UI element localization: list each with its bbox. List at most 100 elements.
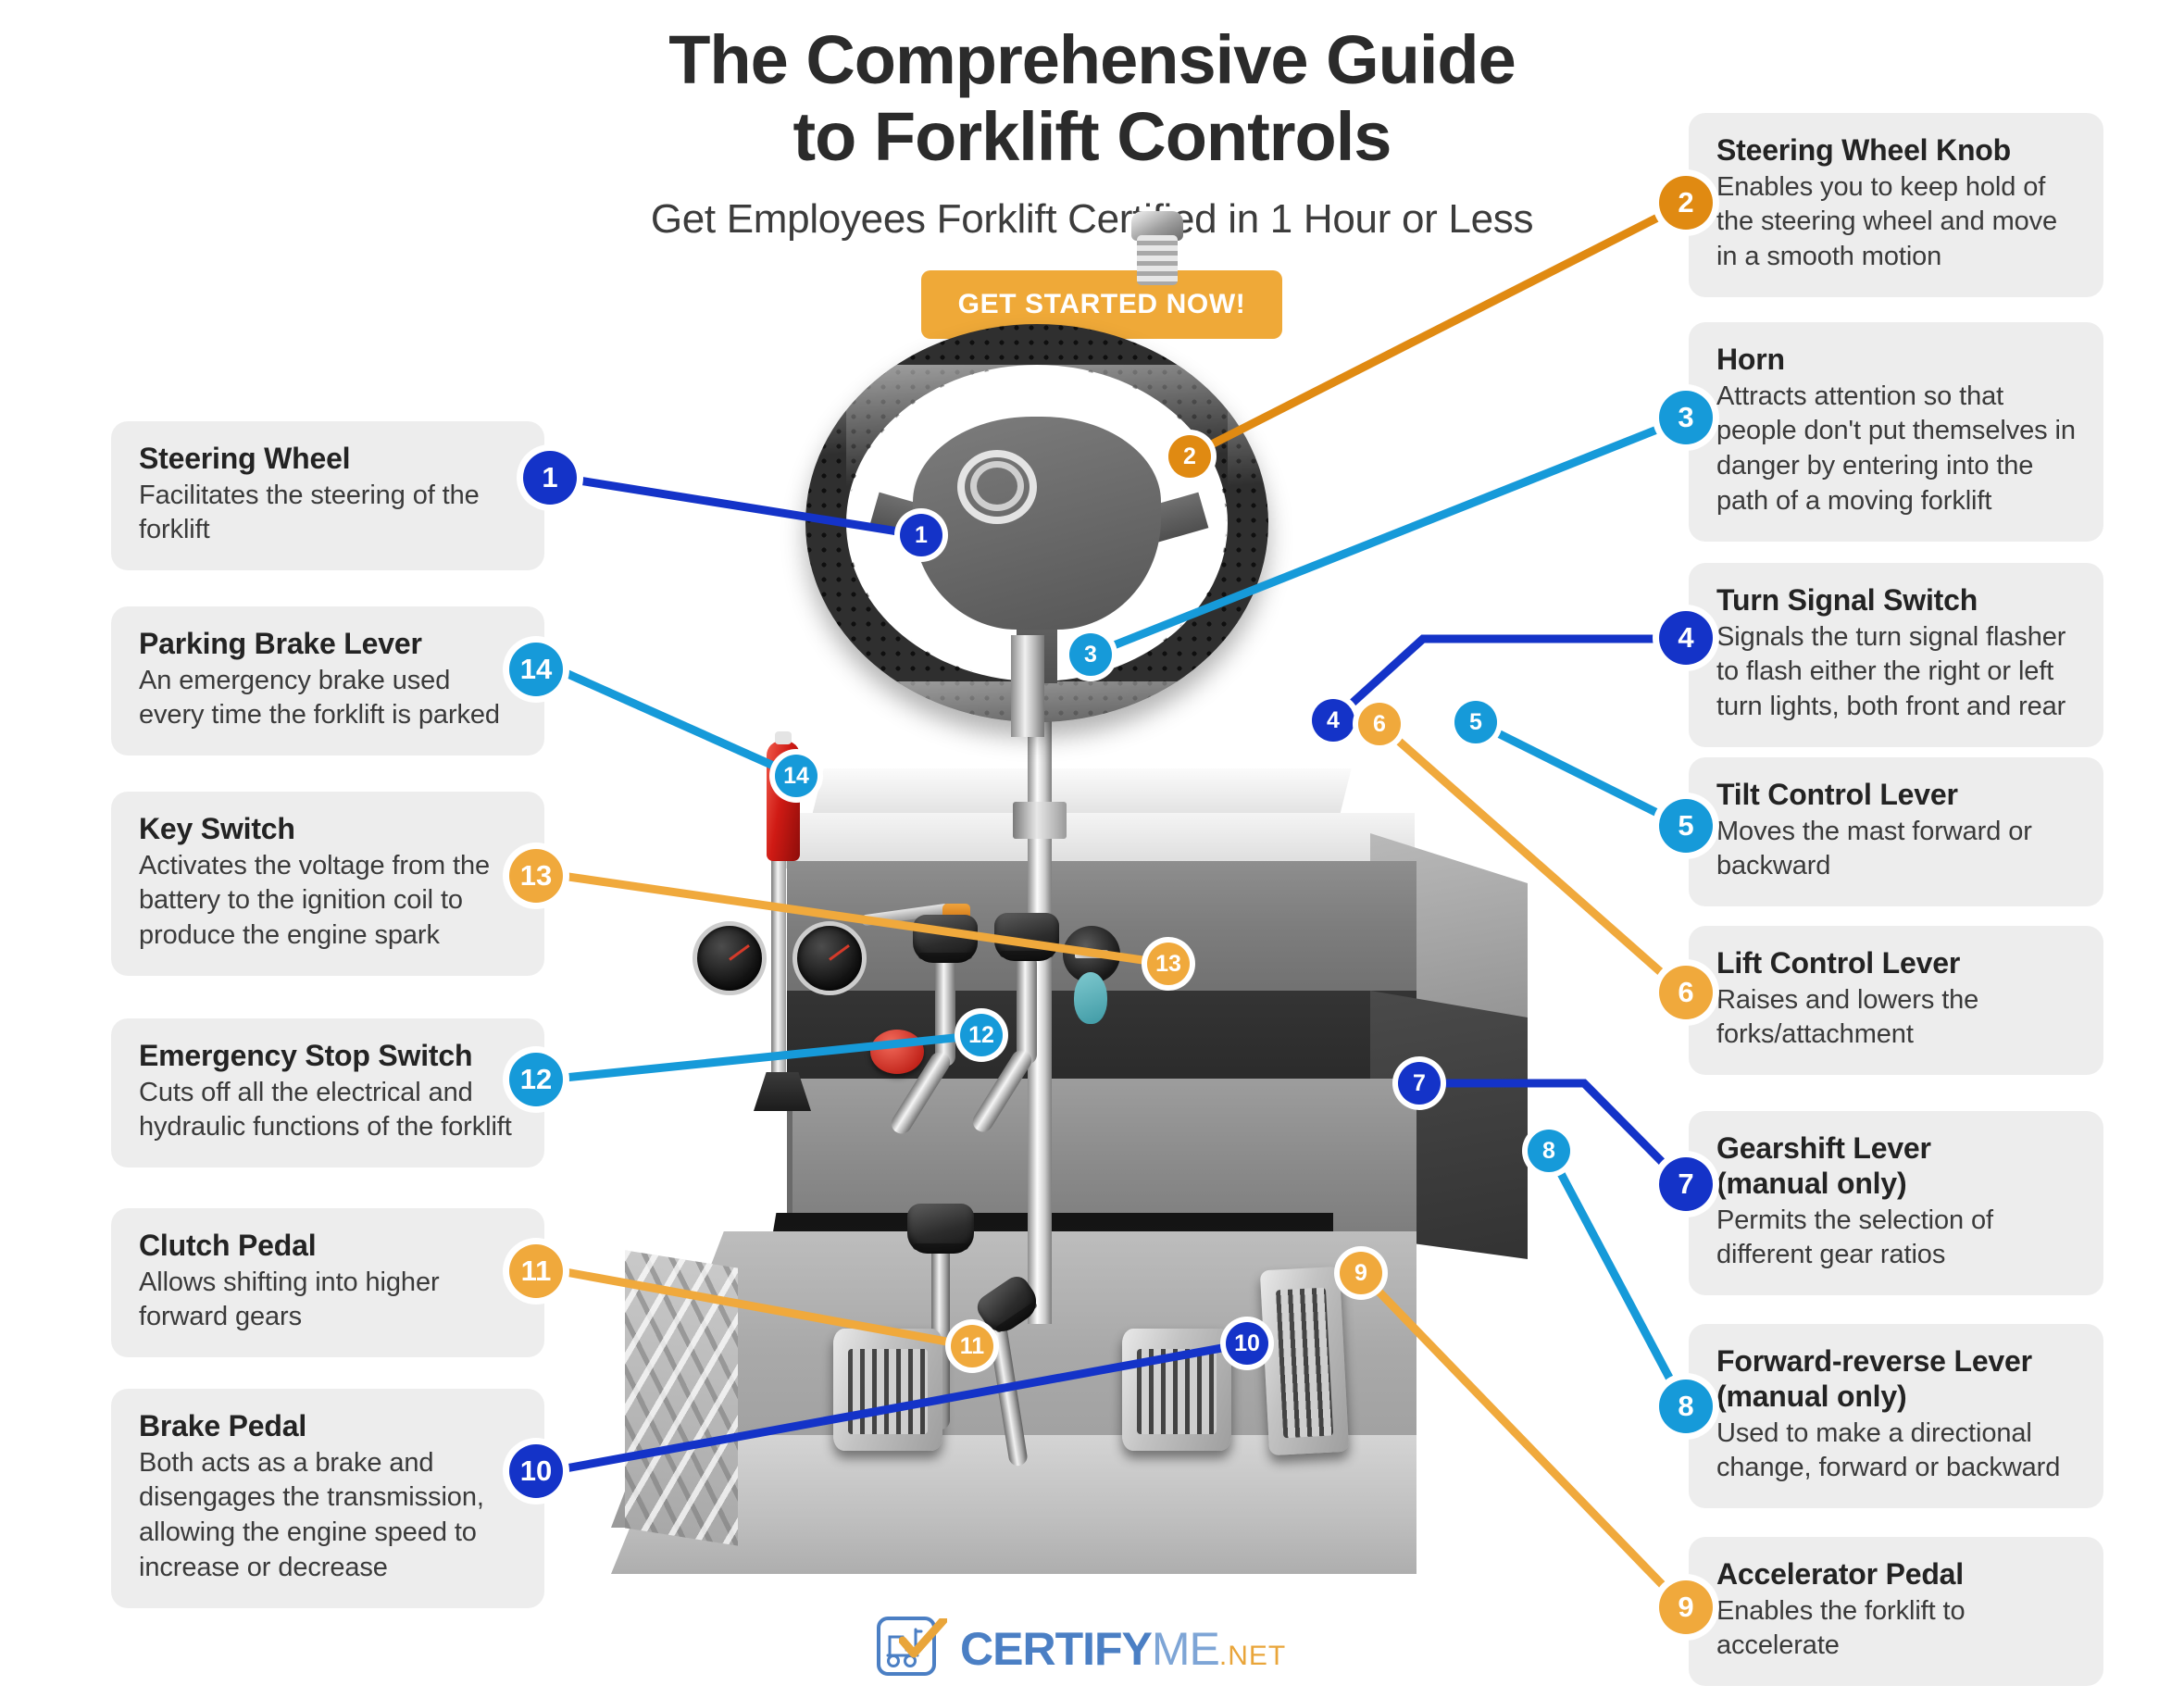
card-description: Allows shifting into higher forward gear… [139,1267,440,1332]
card-emergency-stop-switch: Emergency Stop Switch Cuts off all the e… [111,1018,544,1168]
badge-card-13[interactable]: 13 [509,849,563,903]
card-brake-pedal: Brake Pedal Both acts as a brake and dis… [111,1389,544,1608]
card-parking-brake-lever: Parking Brake Lever An emergency brake u… [111,606,544,756]
marker-14[interactable]: 14 [775,755,817,797]
card-description: Used to make a directional change, forwa… [1716,1417,2061,1483]
card-title: Horn [1716,343,1785,376]
card-key-switch: Key Switch Activates the voltage from th… [111,792,544,976]
diamond-tread-step [625,1250,738,1546]
steering-wheel-stem [1011,635,1044,737]
card-tilt-control-lever: Tilt Control Lever Moves the mast forwar… [1689,757,2103,907]
brake-pedal[interactable] [1122,1329,1231,1451]
card-accelerator-pedal: Accelerator Pedal Enables the forklift t… [1689,1537,2103,1687]
card-title: Gearshift Lever [1716,1131,1931,1165]
card-description: Raises and lowers the forks/attachment [1716,984,1979,1050]
badge-card-8[interactable]: 8 [1659,1380,1713,1433]
card-lift-control-lever: Lift Control Lever Raises and lowers the… [1689,926,2103,1076]
marker-6[interactable]: 6 [1358,703,1401,745]
badge-card-1[interactable]: 1 [523,451,577,505]
card-title: Steering Wheel [139,442,351,475]
steering-wheel-assembly[interactable] [805,211,1268,737]
card-title: Key Switch [139,812,295,845]
card-title: Lift Control Lever [1716,946,1961,980]
gearshift-knob [907,1204,974,1254]
marker-2[interactable]: 2 [1168,435,1211,478]
badge-card-2[interactable]: 2 [1659,176,1713,230]
parking-brake-lever[interactable] [754,731,822,1120]
card-description: Signals the turn signal flasher to flash… [1716,621,2066,722]
card-description: Enables the forklift to accelerate [1716,1595,1966,1661]
card-description: Attracts attention so that people don't … [1716,381,2076,516]
parking-brake-shaft [771,852,786,1083]
card-description: Permits the selection of different gear … [1716,1205,1994,1270]
marker-7[interactable]: 7 [1398,1062,1441,1105]
card-title: Parking Brake Lever [139,627,422,660]
card-horn: Horn Attracts attention so that people d… [1689,322,2103,542]
marker-12[interactable]: 12 [960,1014,1003,1056]
horn-button-inner-ring[interactable] [970,461,1024,511]
card-title: Accelerator Pedal [1716,1557,1964,1591]
card-gearshift-lever: Gearshift Lever (manual only) Permits th… [1689,1111,2103,1295]
badge-card-14[interactable]: 14 [509,643,563,696]
marker-8[interactable]: 8 [1528,1130,1570,1172]
badge-card-4[interactable]: 4 [1659,611,1713,665]
card-clutch-pedal: Clutch Pedal Allows shifting into higher… [111,1208,544,1358]
card-description: Enables you to keep hold of the steering… [1716,171,2058,272]
lift-lever-shaft [935,955,955,1067]
badge-card-7[interactable]: 7 [1659,1157,1713,1211]
card-title: Turn Signal Switch [1716,583,1978,617]
forward-reverse-shaft [987,1317,1029,1467]
lift-lever-knob [913,915,978,963]
badge-card-12[interactable]: 12 [509,1053,563,1106]
steering-wheel-knob[interactable] [1131,211,1183,285]
logo-me-text: ME [1151,1623,1220,1675]
marker-10[interactable]: 10 [1226,1322,1268,1365]
tilt-lever-knob [994,913,1059,961]
card-title: Clutch Pedal [139,1229,317,1262]
marker-11[interactable]: 11 [951,1325,993,1367]
marker-5[interactable]: 5 [1454,701,1497,743]
tilt-control-lever[interactable] [968,913,1111,1144]
card-description: Both acts as a brake and disengages the … [139,1447,484,1582]
card-description: Facilitates the steering of the forklift [139,480,480,545]
card-title: Emergency Stop Switch [139,1039,473,1072]
forward-reverse-lever[interactable] [972,1264,1076,1467]
logo-certify-text: CERTIFY [960,1623,1153,1675]
card-title: Forward-reverse Lever [1716,1344,2032,1378]
card-title: Brake Pedal [139,1409,307,1442]
parking-brake-base [754,1072,811,1111]
card-description: An emergency brake used every time the f… [139,665,500,730]
marker-3[interactable]: 3 [1069,633,1112,676]
badge-card-3[interactable]: 3 [1659,391,1713,444]
card-title: Steering Wheel Knob [1716,133,2011,167]
marker-13[interactable]: 13 [1147,943,1190,985]
badge-card-9[interactable]: 9 [1659,1580,1713,1634]
steering-column-collar [1013,802,1067,839]
badge-card-6[interactable]: 6 [1659,966,1713,1019]
card-title-secondary: (manual only) [1716,1379,1907,1413]
card-turn-signal-switch: Turn Signal Switch Signals the turn sign… [1689,563,2103,747]
marker-9[interactable]: 9 [1340,1252,1382,1294]
steering-wheel-knob-body [1137,235,1178,285]
logo-net-text: .NET [1218,1641,1287,1671]
infographic-page: The Comprehensive Guide to Forklift Cont… [0,0,2184,1698]
badge-card-10[interactable]: 10 [509,1444,563,1498]
card-title: Tilt Control Lever [1716,778,1958,811]
logo-wordmark: CERTIFYME.NET [960,1626,1286,1672]
marker-4[interactable]: 4 [1312,699,1354,742]
card-description: Cuts off all the electrical and hydrauli… [139,1077,512,1142]
card-description: Moves the mast forward or backward [1716,816,2032,881]
clutch-pedal[interactable] [833,1329,942,1451]
page-title-line-1: The Comprehensive Guide [668,21,1516,98]
badge-card-11[interactable]: 11 [509,1244,563,1298]
badge-card-5[interactable]: 5 [1659,799,1713,853]
accelerator-pedal[interactable] [1259,1266,1350,1456]
tilt-lever-shaft [1017,954,1037,1065]
chassis-top-panel-2 [785,813,1415,868]
page-title-line-2: to Forklift Controls [792,97,1392,175]
card-steering-wheel-knob: Steering Wheel Knob Enables you to keep … [1689,113,2103,297]
card-title-secondary: (manual only) [1716,1166,1907,1200]
card-description: Activates the voltage from the battery t… [139,850,491,951]
marker-1[interactable]: 1 [900,514,942,556]
forklift-controls-illustration [555,211,1648,1629]
